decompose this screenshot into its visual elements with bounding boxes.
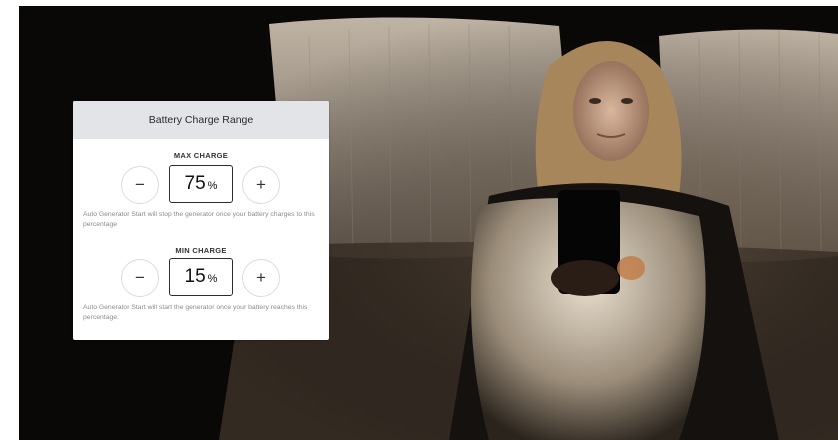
minus-icon: − xyxy=(135,268,145,287)
min-charge-value-field[interactable]: 15 % xyxy=(169,258,233,296)
max-charge-value-field[interactable]: 75 % xyxy=(169,165,233,203)
plus-icon: + xyxy=(256,268,266,287)
max-charge-label: MAX CHARGE xyxy=(173,151,229,160)
max-charge-help-text: Auto Generator Start will stop the gener… xyxy=(83,211,315,228)
min-charge-section: MIN CHARGE − 15 % + Auto Generator Start… xyxy=(73,239,329,340)
max-charge-section: MAX CHARGE − 75 % + Auto Generator Start… xyxy=(73,139,329,239)
max-charge-decrease-button[interactable]: − xyxy=(121,166,159,204)
panel-title: Battery Charge Range xyxy=(148,114,254,126)
min-charge-stepper: − 15 % + xyxy=(73,258,329,298)
minus-icon: − xyxy=(135,175,145,194)
max-charge-unit: % xyxy=(207,179,218,192)
max-charge-stepper: − 75 % + xyxy=(73,165,329,205)
max-charge-increase-button[interactable]: + xyxy=(242,166,280,204)
min-charge-value: 15 xyxy=(184,266,206,287)
plus-icon: + xyxy=(256,175,266,194)
max-charge-value: 75 xyxy=(184,173,206,194)
min-charge-label: MIN CHARGE xyxy=(175,246,227,255)
battery-charge-range-panel: Battery Charge Range MAX CHARGE − 75 % +… xyxy=(73,101,329,340)
panel-header: Battery Charge Range xyxy=(73,101,329,139)
min-charge-help-text: Auto Generator Start will start the gene… xyxy=(83,304,308,321)
min-charge-decrease-button[interactable]: − xyxy=(121,259,159,297)
min-charge-increase-button[interactable]: + xyxy=(242,259,280,297)
min-charge-unit: % xyxy=(207,272,218,285)
